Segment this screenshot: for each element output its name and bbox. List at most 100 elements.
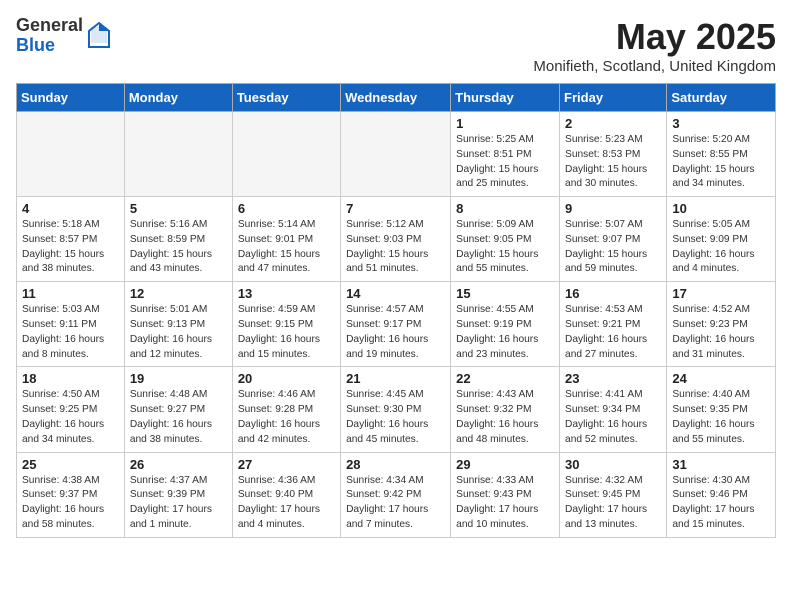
day-number: 28 (346, 457, 445, 472)
day-number: 25 (22, 457, 119, 472)
day-number: 26 (130, 457, 227, 472)
day-detail: Sunrise: 5:03 AM Sunset: 9:11 PM Dayligh… (22, 303, 119, 362)
day-detail: Sunrise: 5:20 AM Sunset: 8:55 PM Dayligh… (672, 133, 770, 192)
calendar-cell: 23 Sunrise: 4:41 AM Sunset: 9:34 PM Dayli… (560, 367, 667, 452)
day-detail: Sunrise: 4:53 AM Sunset: 9:21 PM Dayligh… (565, 303, 661, 362)
calendar-cell (232, 112, 340, 197)
day-number: 2 (565, 116, 661, 131)
calendar-cell: 28 Sunrise: 4:34 AM Sunset: 9:42 PM Dayli… (341, 452, 451, 537)
day-detail: Sunrise: 4:41 AM Sunset: 9:34 PM Dayligh… (565, 388, 661, 447)
day-detail: Sunrise: 4:37 AM Sunset: 9:39 PM Dayligh… (130, 474, 227, 533)
day-number: 4 (22, 201, 119, 216)
day-detail: Sunrise: 4:32 AM Sunset: 9:45 PM Dayligh… (565, 474, 661, 533)
day-number: 20 (238, 371, 335, 386)
day-number: 18 (22, 371, 119, 386)
calendar-cell: 11 Sunrise: 5:03 AM Sunset: 9:11 PM Dayli… (17, 282, 125, 367)
day-detail: Sunrise: 4:40 AM Sunset: 9:35 PM Dayligh… (672, 388, 770, 447)
calendar-cell: 30Sunrise: 4:32 AM Sunset: 9:45 PM Dayli… (560, 452, 667, 537)
calendar-cell: 13Sunrise: 4:59 AM Sunset: 9:15 PM Dayli… (232, 282, 340, 367)
day-detail: Sunrise: 4:30 AM Sunset: 9:46 PM Dayligh… (672, 474, 770, 533)
day-detail: Sunrise: 5:25 AM Sunset: 8:51 PM Dayligh… (456, 133, 554, 192)
day-header-saturday: Saturday (667, 84, 776, 112)
day-detail: Sunrise: 5:07 AM Sunset: 9:07 PM Dayligh… (565, 218, 661, 277)
calendar-cell: 10 Sunrise: 5:05 AM Sunset: 9:09 PM Dayli… (667, 197, 776, 282)
day-detail: Sunrise: 5:16 AM Sunset: 8:59 PM Dayligh… (130, 218, 227, 277)
day-detail: Sunrise: 4:55 AM Sunset: 9:19 PM Dayligh… (456, 303, 554, 362)
day-detail: Sunrise: 4:48 AM Sunset: 9:27 PM Dayligh… (130, 388, 227, 447)
calendar-cell: 27Sunrise: 4:36 AM Sunset: 9:40 PM Dayli… (232, 452, 340, 537)
calendar-cell: 3 Sunrise: 5:20 AM Sunset: 8:55 PM Daylig… (667, 112, 776, 197)
calendar-cell: 29Sunrise: 4:33 AM Sunset: 9:43 PM Dayli… (451, 452, 560, 537)
logo-icon (87, 21, 111, 49)
calendar-cell: 21Sunrise: 4:45 AM Sunset: 9:30 PM Dayli… (341, 367, 451, 452)
day-number: 16 (565, 286, 661, 301)
calendar-cell: 5 Sunrise: 5:16 AM Sunset: 8:59 PM Daylig… (124, 197, 232, 282)
day-detail: Sunrise: 4:36 AM Sunset: 9:40 PM Dayligh… (238, 474, 335, 533)
logo-blue: Blue (16, 36, 83, 56)
day-number: 23 (565, 371, 661, 386)
day-detail: Sunrise: 4:38 AM Sunset: 9:37 PM Dayligh… (22, 474, 119, 533)
calendar-cell: 18 Sunrise: 4:50 AM Sunset: 9:25 PM Dayli… (17, 367, 125, 452)
calendar-cell: 26 Sunrise: 4:37 AM Sunset: 9:39 PM Dayli… (124, 452, 232, 537)
calendar-week-row: 4 Sunrise: 5:18 AM Sunset: 8:57 PM Daylig… (17, 197, 776, 282)
day-number: 31 (672, 457, 770, 472)
calendar-cell: 17 Sunrise: 4:52 AM Sunset: 9:23 PM Dayli… (667, 282, 776, 367)
calendar-cell: 12Sunrise: 5:01 AM Sunset: 9:13 PM Dayli… (124, 282, 232, 367)
day-detail: Sunrise: 5:01 AM Sunset: 9:13 PM Dayligh… (130, 303, 227, 362)
calendar-cell: 4 Sunrise: 5:18 AM Sunset: 8:57 PM Daylig… (17, 197, 125, 282)
day-number: 22 (456, 371, 554, 386)
day-detail: Sunrise: 4:52 AM Sunset: 9:23 PM Dayligh… (672, 303, 770, 362)
calendar-cell (17, 112, 125, 197)
calendar-cell: 15 Sunrise: 4:55 AM Sunset: 9:19 PM Dayli… (451, 282, 560, 367)
day-detail: Sunrise: 5:09 AM Sunset: 9:05 PM Dayligh… (456, 218, 554, 277)
logo-general: General (16, 16, 83, 36)
day-detail: Sunrise: 4:46 AM Sunset: 9:28 PM Dayligh… (238, 388, 335, 447)
day-detail: Sunrise: 5:18 AM Sunset: 8:57 PM Dayligh… (22, 218, 119, 277)
day-detail: Sunrise: 5:12 AM Sunset: 9:03 PM Dayligh… (346, 218, 445, 277)
day-detail: Sunrise: 4:50 AM Sunset: 9:25 PM Dayligh… (22, 388, 119, 447)
day-header-friday: Friday (560, 84, 667, 112)
day-number: 14 (346, 286, 445, 301)
day-number: 10 (672, 201, 770, 216)
day-header-sunday: Sunday (17, 84, 125, 112)
page-header: General Blue May 2025 Monifieth, Scotlan… (16, 16, 776, 75)
day-detail: Sunrise: 5:23 AM Sunset: 8:53 PM Dayligh… (565, 133, 661, 192)
calendar-cell: 19 Sunrise: 4:48 AM Sunset: 9:27 PM Dayli… (124, 367, 232, 452)
day-detail: Sunrise: 4:43 AM Sunset: 9:32 PM Dayligh… (456, 388, 554, 447)
calendar-week-row: 11 Sunrise: 5:03 AM Sunset: 9:11 PM Dayli… (17, 282, 776, 367)
day-detail: Sunrise: 4:34 AM Sunset: 9:42 PM Dayligh… (346, 474, 445, 533)
calendar-cell (124, 112, 232, 197)
calendar-cell: 16 Sunrise: 4:53 AM Sunset: 9:21 PM Dayli… (560, 282, 667, 367)
calendar-cell: 8 Sunrise: 5:09 AM Sunset: 9:05 PM Daylig… (451, 197, 560, 282)
day-number: 11 (22, 286, 119, 301)
day-detail: Sunrise: 5:05 AM Sunset: 9:09 PM Dayligh… (672, 218, 770, 277)
day-number: 5 (130, 201, 227, 216)
day-number: 7 (346, 201, 445, 216)
day-detail: Sunrise: 4:57 AM Sunset: 9:17 PM Dayligh… (346, 303, 445, 362)
calendar-week-row: 25 Sunrise: 4:38 AM Sunset: 9:37 PM Dayli… (17, 452, 776, 537)
calendar-cell: 2 Sunrise: 5:23 AM Sunset: 8:53 PM Daylig… (560, 112, 667, 197)
calendar-cell: 25 Sunrise: 4:38 AM Sunset: 9:37 PM Dayli… (17, 452, 125, 537)
calendar-week-row: 1 Sunrise: 5:25 AM Sunset: 8:51 PM Daylig… (17, 112, 776, 197)
calendar-cell: 7 Sunrise: 5:12 AM Sunset: 9:03 PM Daylig… (341, 197, 451, 282)
calendar-cell: 6 Sunrise: 5:14 AM Sunset: 9:01 PM Daylig… (232, 197, 340, 282)
day-number: 9 (565, 201, 661, 216)
day-detail: Sunrise: 4:33 AM Sunset: 9:43 PM Dayligh… (456, 474, 554, 533)
day-header-thursday: Thursday (451, 84, 560, 112)
day-detail: Sunrise: 4:59 AM Sunset: 9:15 PM Dayligh… (238, 303, 335, 362)
day-number: 1 (456, 116, 554, 131)
day-number: 8 (456, 201, 554, 216)
calendar-cell: 22 Sunrise: 4:43 AM Sunset: 9:32 PM Dayli… (451, 367, 560, 452)
day-number: 19 (130, 371, 227, 386)
day-detail: Sunrise: 5:14 AM Sunset: 9:01 PM Dayligh… (238, 218, 335, 277)
location-subtitle: Monifieth, Scotland, United Kingdom (533, 58, 776, 75)
calendar-header-row: SundayMondayTuesdayWednesdayThursdayFrid… (17, 84, 776, 112)
day-detail: Sunrise: 4:45 AM Sunset: 9:30 PM Dayligh… (346, 388, 445, 447)
day-number: 6 (238, 201, 335, 216)
day-number: 15 (456, 286, 554, 301)
calendar-cell: 20 Sunrise: 4:46 AM Sunset: 9:28 PM Dayli… (232, 367, 340, 452)
logo-text: General Blue (16, 16, 83, 56)
day-number: 3 (672, 116, 770, 131)
day-number: 17 (672, 286, 770, 301)
calendar-week-row: 18 Sunrise: 4:50 AM Sunset: 9:25 PM Dayli… (17, 367, 776, 452)
